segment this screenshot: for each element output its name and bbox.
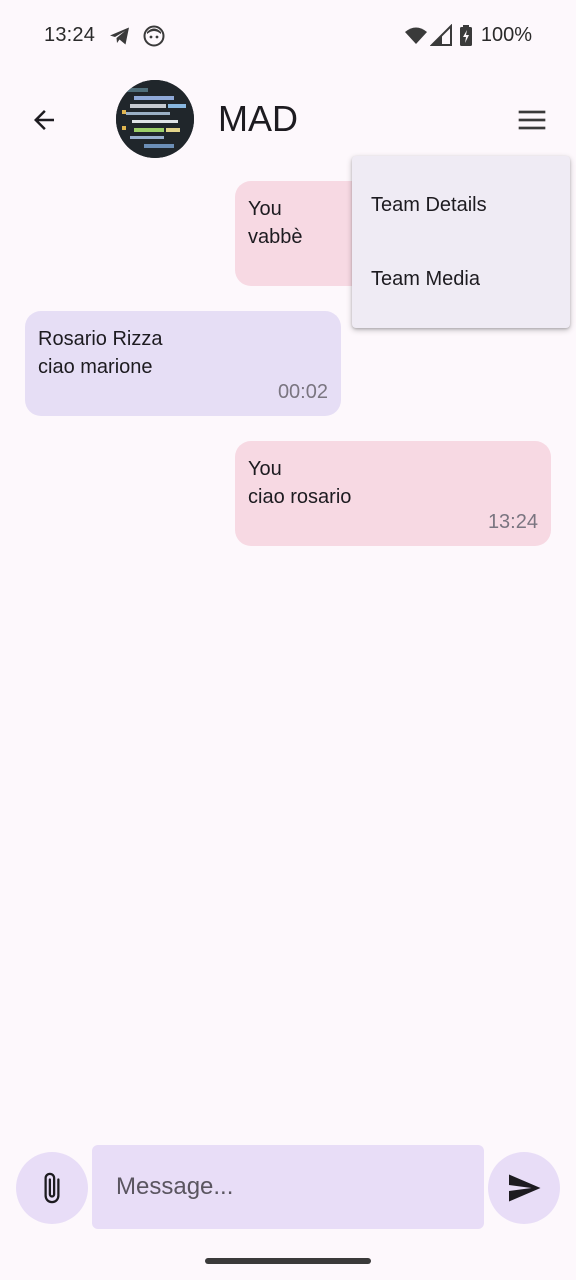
send-icon (509, 1174, 541, 1202)
arrow-back-icon (34, 110, 54, 130)
wifi-icon (405, 27, 427, 44)
top-app-bar: MAD (0, 72, 576, 168)
code-screenshot-image (116, 80, 194, 158)
menu-item-team-details[interactable]: Team Details (352, 168, 570, 242)
status-bar: 13:24 100% (0, 0, 576, 72)
paperclip-icon (44, 1172, 60, 1204)
menu-item-team-media[interactable]: Team Media (352, 242, 570, 316)
team-avatar[interactable] (116, 80, 194, 158)
menu-button[interactable] (508, 96, 556, 144)
message-text: ciao marione (38, 356, 153, 378)
battery-icon (460, 25, 472, 46)
message-time: 00:02 (277, 381, 328, 403)
status-time: 13:24 (44, 24, 96, 46)
overflow-dropdown-menu: Team Details Team Media (352, 156, 570, 328)
send-button[interactable] (488, 1152, 560, 1224)
hamburger-menu-icon (518, 110, 546, 130)
face-icon (143, 25, 165, 47)
message-sender: You (248, 458, 282, 480)
message-bubble: Rosario Rizza ciao marione 00:02 (25, 311, 341, 416)
message-text: ciao rosario (248, 486, 352, 508)
telegram-icon (110, 27, 129, 45)
battery-percentage: 100% (480, 24, 532, 46)
team-title: MAD (218, 98, 298, 139)
message-bubble: You ciao rosario 13:24 (235, 441, 551, 546)
attach-button[interactable] (16, 1152, 88, 1224)
message-input[interactable] (92, 1145, 484, 1229)
home-indicator[interactable] (205, 1258, 371, 1264)
signal-icon (430, 24, 452, 46)
message-sender: Rosario Rizza (38, 328, 163, 350)
back-button[interactable] (20, 96, 68, 144)
message-time: 13:24 (487, 511, 538, 533)
